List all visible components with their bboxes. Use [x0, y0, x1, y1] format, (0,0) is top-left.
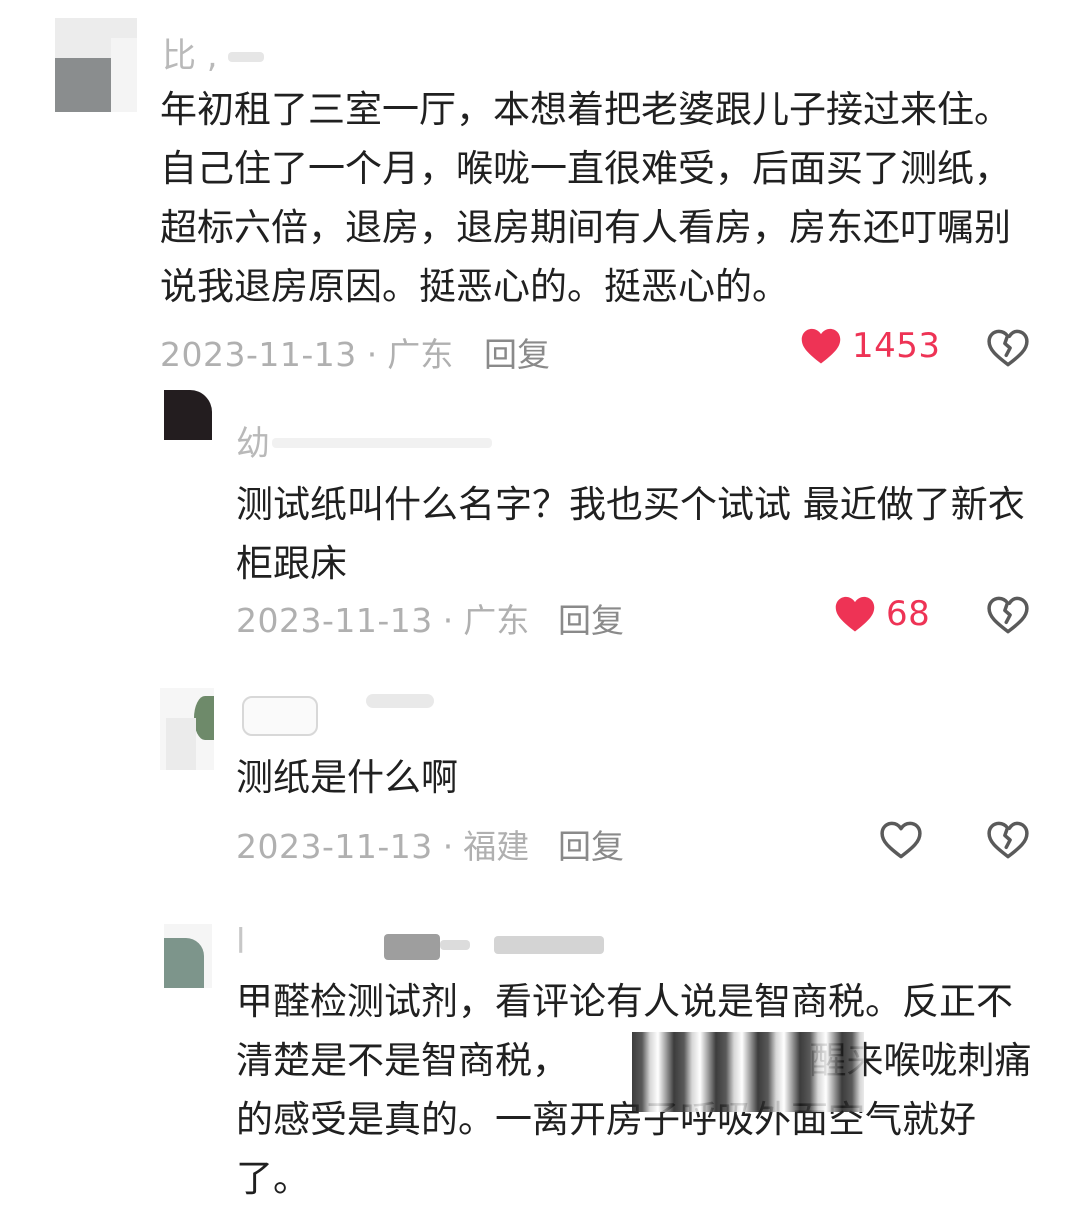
- comment-location: 广东: [387, 335, 454, 374]
- comment-meta: 2023-11-13 · 广东: [236, 601, 530, 640]
- dislike-button[interactable]: [987, 595, 1029, 639]
- dislike-button[interactable]: [987, 328, 1029, 372]
- username-redaction: [228, 52, 264, 62]
- comment-text: 测纸是什么啊: [236, 756, 458, 799]
- avatar[interactable]: [164, 386, 219, 440]
- username-redaction: [272, 438, 492, 448]
- username[interactable]: l: [236, 922, 245, 962]
- avatar[interactable]: [164, 924, 212, 988]
- comment-text: 年初租了三室一厅，本想着把老婆跟儿子接过来住。自己住了一个月，喉咙一直很难受，后…: [160, 88, 1011, 308]
- username-redaction: [384, 934, 440, 960]
- comment-date: 2023-11-13: [160, 335, 357, 374]
- username[interactable]: 比 ,: [162, 28, 218, 77]
- username-redaction: [242, 696, 318, 736]
- broken-heart-icon: [987, 821, 1029, 864]
- like-count: 1453: [852, 326, 941, 366]
- heart-filled-icon: [800, 326, 842, 366]
- broken-heart-icon: [987, 596, 1029, 639]
- like-count: 68: [886, 594, 931, 634]
- heart-filled-icon: [834, 594, 876, 634]
- avatar[interactable]: [55, 18, 137, 112]
- comment-meta: 2023-11-13 · 广东: [160, 335, 454, 374]
- reply-item: 幼 测试纸叫什么名字？我也买个试试 最近做了新衣柜跟床 2023-11-13 · 广…: [0, 380, 1080, 660]
- reply-item: l 甲醛检测试剂，看评论有人说是智商税。反正不清楚是不是智商税， 醒来喉咙刺痛的…: [0, 910, 1080, 1209]
- comment-date: 2023-11-13: [236, 601, 433, 640]
- comment-item: 比 , 年初租了三室一厅，本想着把老婆跟儿子接过来住。自己住了一个月，喉咙一直很…: [0, 0, 1080, 380]
- username-redaction: [366, 694, 434, 708]
- comment-meta: 2023-11-13 · 福建: [236, 827, 530, 866]
- username-redaction: [440, 940, 470, 950]
- comment-location: 广东: [463, 601, 530, 640]
- username[interactable]: 幼: [236, 416, 270, 465]
- comment-text: 测试纸叫什么名字？我也买个试试 最近做了新衣柜跟床: [236, 483, 1025, 585]
- reply-button[interactable]: 回复: [484, 328, 550, 376]
- reply-button[interactable]: 回复: [558, 820, 624, 868]
- like-button[interactable]: [880, 820, 922, 860]
- heart-outline-icon: [880, 820, 922, 860]
- like-button[interactable]: 1453: [800, 326, 941, 366]
- text-redaction: [632, 1032, 864, 1112]
- comment-location: 福建: [463, 827, 530, 866]
- reply-item: 测纸是什么啊 2023-11-13 · 福建 回复: [0, 680, 1080, 900]
- comment-date: 2023-11-13: [236, 827, 433, 866]
- reply-button[interactable]: 回复: [558, 594, 624, 642]
- dislike-button[interactable]: [987, 820, 1029, 864]
- like-button[interactable]: 68: [834, 594, 930, 634]
- username-redaction: [494, 936, 604, 954]
- broken-heart-icon: [987, 329, 1029, 372]
- avatar[interactable]: [160, 688, 214, 770]
